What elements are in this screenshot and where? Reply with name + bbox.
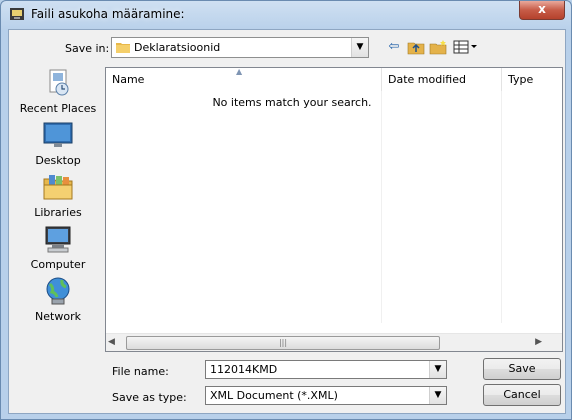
save-in-dropdown[interactable]: Deklaratsioonid ▼ (111, 37, 369, 58)
save-dialog-window: Faili asukoha määramine: x Save in: Dekl… (0, 0, 572, 420)
file-name-label: File name: (112, 365, 169, 378)
save-as-type-value: XML Document (*.XML) (210, 389, 338, 402)
app-icon (10, 8, 24, 20)
column-header-label: Date modified (388, 73, 466, 86)
dialog-body: Save in: Deklaratsioonid ▼ ⇦ Recent Plac… (8, 29, 566, 414)
sort-ascending-icon: ▲ (236, 67, 243, 76)
place-label: Recent Places (19, 102, 97, 115)
scroll-corner (545, 334, 562, 351)
empty-list-message: No items match your search. (212, 96, 372, 109)
new-folder-icon[interactable] (429, 39, 447, 55)
save-in-value: Deklaratsioonid (134, 41, 221, 54)
place-label: Libraries (34, 206, 82, 219)
column-header-label: Name (112, 73, 145, 86)
place-label: Computer (30, 258, 86, 271)
place-network[interactable]: Network (15, 275, 101, 327)
scroll-left-icon[interactable]: ◀ (108, 337, 115, 347)
place-libraries[interactable]: Libraries (15, 171, 101, 223)
chevron-down-icon[interactable]: ▼ (351, 38, 368, 57)
libraries-icon (43, 175, 73, 200)
horizontal-scrollbar[interactable]: ◀ ||| ▶ (106, 333, 562, 351)
folder-icon (116, 43, 130, 53)
places-bar: Recent Places Desktop Libraries Computer… (15, 67, 101, 337)
chevron-down-icon[interactable]: ▼ (429, 361, 446, 378)
window-title: Faili asukoha määramine: (31, 7, 185, 21)
column-divider (381, 91, 382, 323)
place-label: Network (35, 310, 81, 323)
place-desktop[interactable]: Desktop (15, 119, 101, 171)
up-folder-icon[interactable] (407, 39, 425, 55)
chevron-down-icon[interactable]: ▼ (429, 387, 446, 404)
scroll-right-icon[interactable]: ▶ (535, 337, 542, 347)
scrollbar-thumb[interactable]: ||| (126, 336, 440, 350)
column-header-type[interactable]: Type (502, 68, 562, 91)
view-menu-icon[interactable] (453, 39, 479, 55)
column-header-label: Type (508, 73, 534, 86)
file-name-input[interactable]: 112014KMD ▼ (205, 360, 447, 379)
computer-icon (45, 226, 71, 253)
column-header-date-modified[interactable]: Date modified (382, 68, 502, 91)
recent-places-icon (49, 69, 69, 96)
file-name-value: 112014KMD (210, 363, 278, 376)
desktop-icon (43, 122, 73, 147)
file-list[interactable]: ▲ Name Date modified Type No items match… (105, 67, 563, 352)
save-button[interactable]: Save (483, 358, 561, 380)
place-label: Desktop (35, 154, 81, 167)
place-computer[interactable]: Computer (15, 223, 101, 275)
column-divider (501, 91, 502, 323)
column-header-name[interactable]: ▲ Name (106, 67, 382, 91)
place-recent-places[interactable]: Recent Places (15, 67, 101, 119)
save-as-type-dropdown[interactable]: XML Document (*.XML) ▼ (205, 386, 447, 405)
network-icon (46, 277, 70, 305)
cancel-button[interactable]: Cancel (483, 384, 561, 406)
title-bar[interactable]: Faili asukoha määramine: x (1, 1, 571, 29)
save-in-label: Save in: (65, 42, 110, 55)
back-arrow-icon[interactable]: ⇦ (385, 39, 403, 55)
save-as-type-label: Save as type: (112, 391, 187, 404)
close-button[interactable]: x (519, 1, 565, 20)
